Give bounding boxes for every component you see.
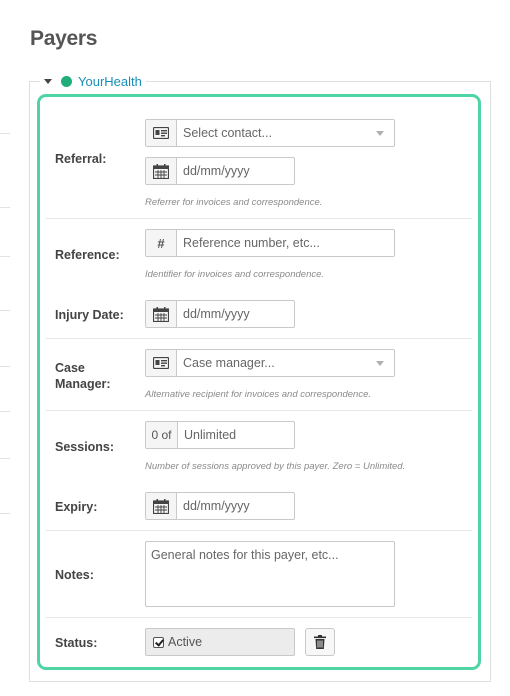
chevron-down-icon — [376, 131, 384, 136]
sessions-prefix-text: 0 of — [151, 428, 172, 442]
referral-date-placeholder: dd/mm/yyyy — [183, 164, 250, 178]
calendar-icon — [146, 158, 177, 184]
expiry-label: Expiry: — [55, 500, 98, 514]
referral-help-text: Referrer for invoices and correspondence… — [145, 197, 323, 208]
referral-label: Referral: — [55, 152, 107, 166]
sessions-prefix: 0 of — [146, 422, 178, 448]
divider — [46, 617, 472, 618]
divider — [46, 338, 472, 339]
expiry-date-placeholder: dd/mm/yyyy — [183, 499, 250, 513]
case-manager-placeholder: Case manager... — [183, 356, 275, 370]
divider — [46, 530, 472, 531]
reference-input[interactable]: # Reference number, etc... — [145, 229, 395, 257]
reference-help-text: Identifier for invoices and corresponden… — [145, 269, 325, 280]
hash-icon: # — [146, 230, 177, 256]
sessions-input[interactable]: 0 of Unlimited — [145, 421, 295, 449]
notes-label: Notes: — [55, 568, 94, 582]
contact-card-icon — [146, 120, 177, 146]
case-manager-label: Case Manager: — [55, 360, 111, 392]
notes-textarea[interactable]: General notes for this payer, etc... — [145, 541, 395, 607]
page-title: Payers — [30, 27, 98, 50]
delete-payer-button[interactable] — [305, 628, 335, 656]
payer-legend[interactable]: YourHealth — [40, 72, 146, 90]
sessions-help-text: Number of sessions approved by this paye… — [145, 461, 406, 472]
case-manager-label-line1: Case — [55, 361, 85, 375]
calendar-icon — [146, 301, 177, 327]
notes-placeholder: General notes for this payer, etc... — [151, 548, 339, 562]
injury-date-input[interactable]: dd/mm/yyyy — [145, 300, 295, 328]
divider — [46, 410, 472, 411]
status-active-toggle[interactable]: Active — [145, 628, 295, 656]
expiry-date-input[interactable]: dd/mm/yyyy — [145, 492, 295, 520]
injury-date-label: Injury Date: — [55, 308, 124, 322]
active-checkbox[interactable] — [153, 636, 164, 648]
referral-contact-select[interactable]: Select contact... — [145, 119, 395, 147]
reference-placeholder: Reference number, etc... — [183, 236, 320, 250]
collapse-caret-icon[interactable] — [44, 78, 52, 84]
status-value: Active — [168, 635, 203, 649]
sessions-placeholder: Unlimited — [184, 428, 237, 442]
calendar-icon — [146, 493, 177, 519]
referral-contact-placeholder: Select contact... — [183, 126, 272, 140]
injury-date-placeholder: dd/mm/yyyy — [183, 307, 250, 321]
payer-name-link[interactable]: YourHealth — [78, 74, 142, 89]
chevron-down-icon — [376, 361, 384, 366]
case-manager-label-line2: Manager: — [55, 377, 111, 391]
case-manager-select[interactable]: Case manager... — [145, 349, 395, 377]
case-manager-help-text: Alternative recipient for invoices and c… — [145, 389, 372, 400]
sessions-label: Sessions: — [55, 440, 115, 454]
divider — [46, 218, 472, 219]
trash-icon — [314, 635, 326, 649]
referral-date-input[interactable]: dd/mm/yyyy — [145, 157, 295, 185]
active-status-dot — [61, 75, 72, 87]
status-label: Status: — [55, 636, 98, 650]
reference-label: Reference: — [55, 248, 120, 262]
payer-form-card: Referral: Select contact... dd/mm/yyyy R… — [37, 94, 481, 670]
contact-card-icon — [146, 350, 177, 376]
